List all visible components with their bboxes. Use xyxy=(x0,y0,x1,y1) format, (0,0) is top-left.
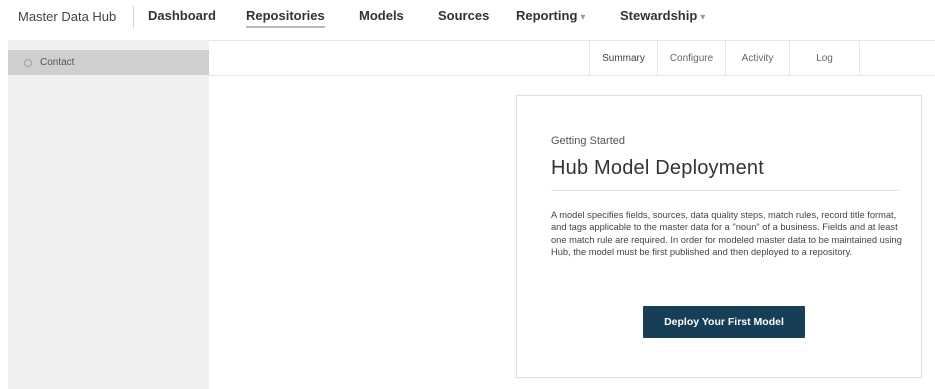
top-navigation: Master Data Hub Dashboard Repositories M… xyxy=(0,0,935,36)
nav-models-label: Models xyxy=(359,8,404,23)
sidebar: Contact xyxy=(8,40,209,389)
tab-summary[interactable]: Summary xyxy=(589,41,658,75)
app-brand[interactable]: Master Data Hub xyxy=(18,9,116,24)
nav-models[interactable]: Models xyxy=(359,8,404,23)
tab-configure[interactable]: Configure xyxy=(658,41,726,75)
nav-repositories-label: Repositories xyxy=(246,8,325,23)
brand-divider xyxy=(133,6,134,28)
nav-sources[interactable]: Sources xyxy=(438,8,489,23)
card-description: A model specifies fields, sources, data … xyxy=(551,210,902,258)
card-eyebrow: Getting Started xyxy=(551,135,625,147)
nav-repositories[interactable]: Repositories xyxy=(246,8,325,28)
nav-reporting[interactable]: Reporting ▾ xyxy=(516,8,585,23)
tab-log[interactable]: Log xyxy=(790,41,860,75)
chevron-down-icon: ▾ xyxy=(580,12,586,23)
nav-sources-label: Sources xyxy=(438,8,490,23)
nav-dashboard[interactable]: Dashboard xyxy=(148,8,216,23)
deploy-first-model-button[interactable]: Deploy Your First Model xyxy=(643,306,805,338)
chevron-down-icon: ▾ xyxy=(700,12,706,23)
sidebar-item-label: Contact xyxy=(40,57,75,68)
card-title: Hub Model Deployment xyxy=(551,157,764,179)
tab-summary-label: Summary xyxy=(602,52,645,64)
tab-activity-label: Activity xyxy=(741,52,774,64)
circle-icon xyxy=(24,58,32,67)
nav-stewardship-label: Stewardship xyxy=(620,8,698,23)
sidebar-item-contact[interactable]: Contact xyxy=(8,50,209,75)
tab-log-label: Log xyxy=(816,52,833,64)
nav-dashboard-label: Dashboard xyxy=(148,8,216,23)
nav-stewardship[interactable]: Stewardship ▾ xyxy=(620,8,705,23)
tab-activity[interactable]: Activity xyxy=(726,41,790,75)
card-divider xyxy=(551,190,899,191)
tab-configure-label: Configure xyxy=(669,52,714,64)
tab-bar: Summary Configure Activity Log xyxy=(209,40,935,76)
getting-started-card: Getting Started Hub Model Deployment A m… xyxy=(516,95,922,378)
nav-reporting-label: Reporting xyxy=(516,8,578,23)
